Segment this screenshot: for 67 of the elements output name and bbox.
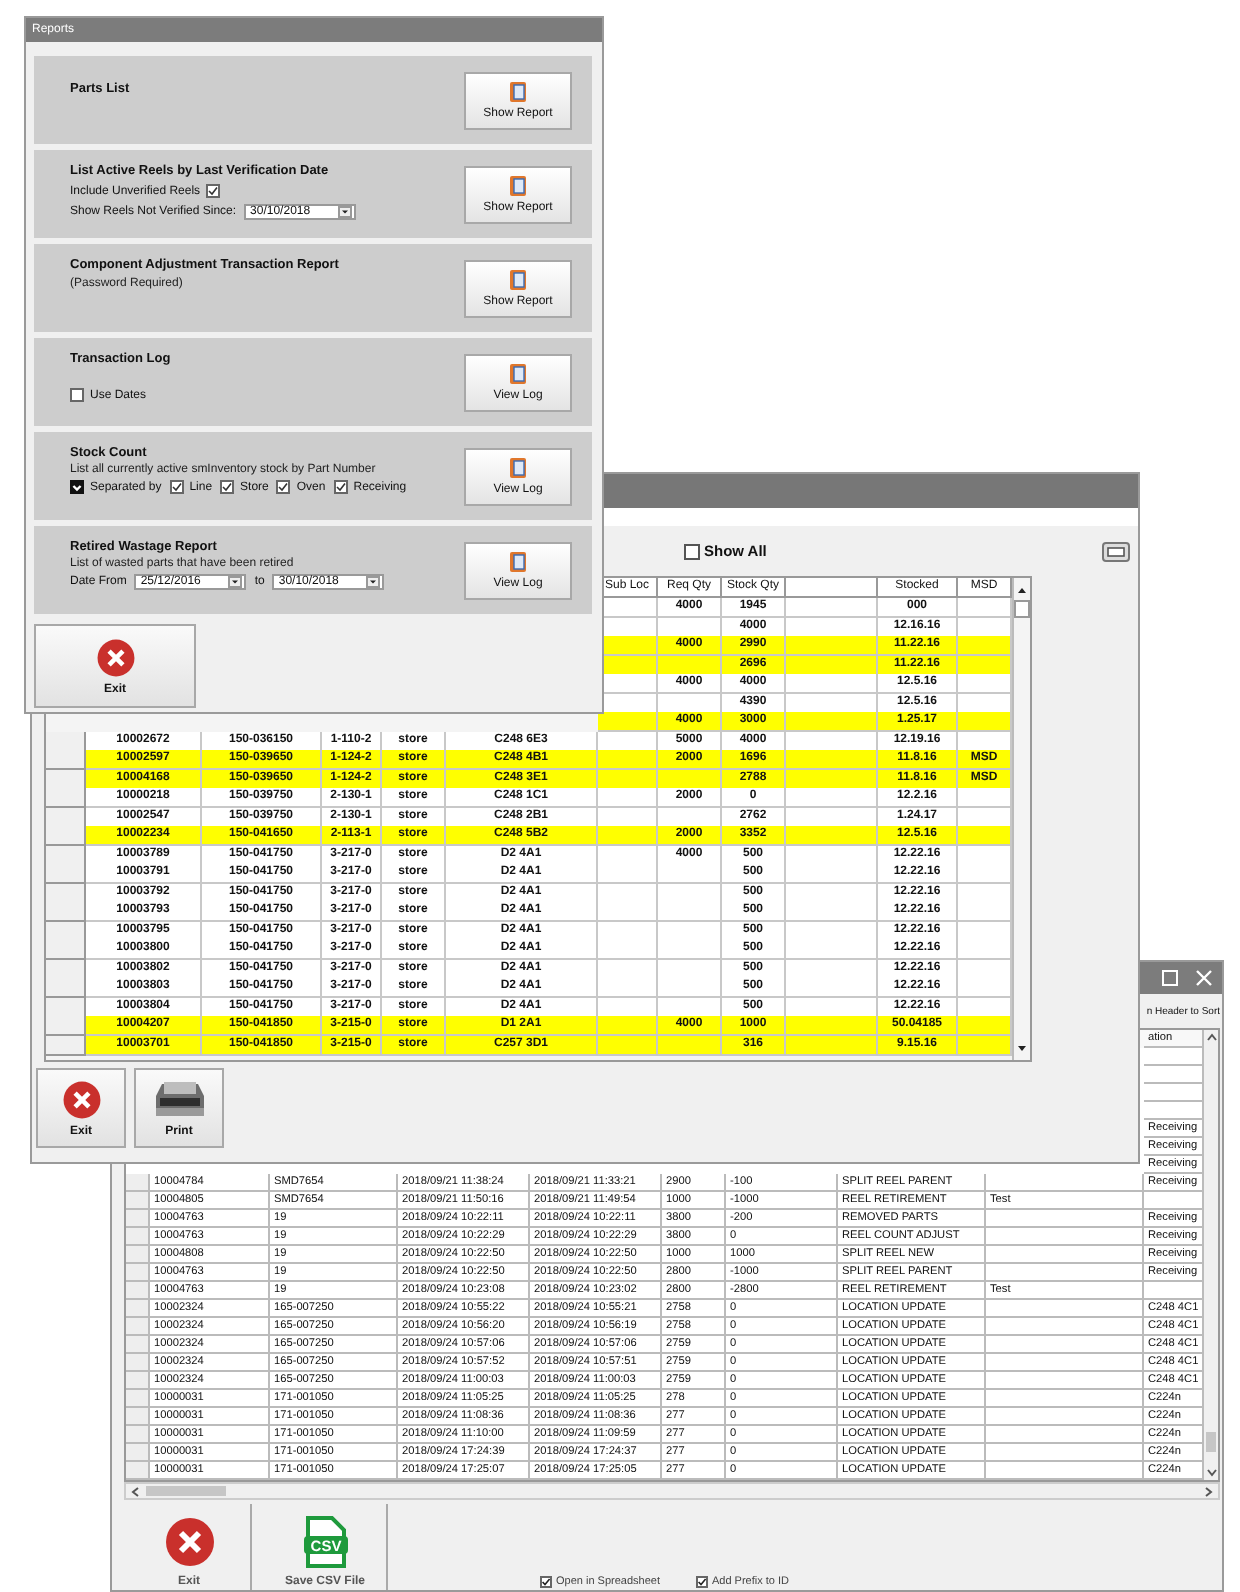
row-header[interactable]: [46, 769, 86, 789]
row-header[interactable]: [46, 1016, 86, 1036]
row-header[interactable]: [46, 902, 86, 922]
row-header[interactable]: [46, 959, 86, 979]
row-header[interactable]: [126, 1192, 150, 1210]
row-header[interactable]: [46, 1035, 86, 1055]
book-icon: [510, 363, 526, 383]
row-header[interactable]: [126, 1354, 150, 1372]
row-header[interactable]: [46, 921, 86, 941]
row-header[interactable]: [126, 1372, 150, 1390]
dropdown-arrow-icon: [366, 576, 381, 588]
checkbox-icon[interactable]: [333, 480, 348, 494]
scrollbar[interactable]: [1204, 1030, 1218, 1480]
panel-icon[interactable]: [1102, 541, 1130, 561]
row-header[interactable]: [46, 940, 86, 960]
row-header[interactable]: [126, 1282, 150, 1300]
row-header[interactable]: [46, 731, 86, 751]
checkbox-icon[interactable]: [684, 543, 700, 559]
dropdown-arrow-icon: [228, 576, 243, 588]
row-header[interactable]: [46, 864, 86, 884]
row-header[interactable]: [126, 1264, 150, 1282]
book-icon: [510, 269, 526, 289]
row-header[interactable]: [46, 997, 86, 1017]
checkbox-icon[interactable]: [695, 1576, 708, 1588]
close-icon[interactable]: [1196, 970, 1212, 986]
scroll-thumb[interactable]: [1206, 1432, 1216, 1452]
checkbox-icon[interactable]: [70, 388, 84, 402]
checkbox-icon[interactable]: [169, 480, 184, 494]
row-header[interactable]: [126, 1246, 150, 1264]
scroll-thumb[interactable]: [1014, 600, 1030, 618]
row-header[interactable]: [126, 1408, 150, 1426]
checkbox-icon[interactable]: [220, 480, 235, 494]
row-header[interactable]: [46, 826, 86, 846]
row-header[interactable]: [126, 1390, 150, 1408]
maximize-icon[interactable]: [1162, 970, 1178, 986]
row-header[interactable]: [126, 1174, 150, 1192]
row-header[interactable]: [46, 788, 86, 808]
checkbox-icon[interactable]: [206, 184, 221, 198]
row-header[interactable]: [126, 1228, 150, 1246]
x-circle-icon: [163, 1516, 215, 1568]
printer-icon: [153, 1079, 205, 1119]
checkbox-icon[interactable]: [276, 480, 291, 494]
row-header[interactable]: [126, 1210, 150, 1228]
down-arrow-icon[interactable]: [1014, 1040, 1030, 1056]
dropdown-arrow-icon: [338, 206, 353, 218]
row-header[interactable]: [126, 1444, 150, 1462]
row-header[interactable]: [126, 1318, 150, 1336]
row-header[interactable]: [126, 1300, 150, 1318]
row-header[interactable]: [46, 883, 86, 903]
checkbox-icon[interactable]: [70, 480, 84, 494]
x-circle-icon: [95, 637, 135, 677]
scrollbar[interactable]: [1012, 578, 1030, 1060]
row-header[interactable]: [46, 750, 86, 770]
row-header[interactable]: [126, 1426, 150, 1444]
book-icon: [510, 175, 526, 195]
scroll-thumb[interactable]: [146, 1486, 226, 1496]
row-header[interactable]: [46, 978, 86, 998]
row-header[interactable]: [126, 1336, 150, 1354]
book-icon: [510, 81, 526, 101]
checkbox-icon[interactable]: [540, 1576, 552, 1588]
book-icon: [510, 457, 526, 477]
book-icon: [510, 551, 526, 571]
x-circle-icon: [61, 1079, 101, 1119]
column-header[interactable]: [786, 578, 878, 598]
row-header[interactable]: [46, 845, 86, 865]
row-header[interactable]: [46, 807, 86, 827]
scrollbar[interactable]: [124, 1482, 1220, 1500]
